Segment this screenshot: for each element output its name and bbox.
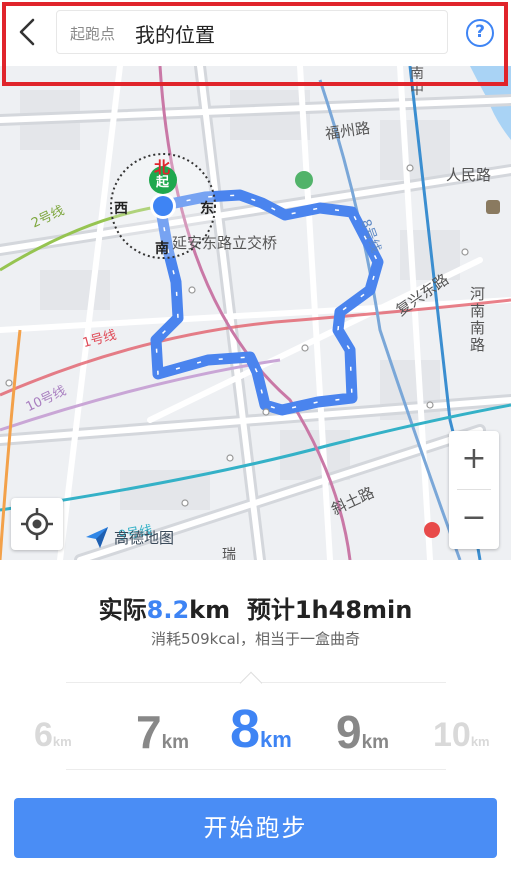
compass-east-label: 东 xyxy=(200,201,214,217)
zoom-control: + − xyxy=(449,431,499,549)
zoom-out-button[interactable]: − xyxy=(449,490,499,548)
estimate-time: 1h48min xyxy=(294,596,413,624)
compass-west-label: 西 xyxy=(114,201,128,217)
run-settings-panel: 实际8.2km 预计1h48min 消耗509kcal，相当于一盒曲奇 6km … xyxy=(0,560,511,890)
map-label-partial-bottom: 瑞 xyxy=(222,547,236,560)
top-bar: 起跑点 我的位置 ? xyxy=(0,0,511,66)
amap-logo-text: 高德地图 xyxy=(114,529,175,547)
map-canvas xyxy=(0,66,511,560)
map-label-henan-south-road: 河南南路 xyxy=(470,285,486,354)
actual-unit: km xyxy=(189,596,231,624)
distance-option-6[interactable]: 6km xyxy=(34,716,72,755)
amap-logo-icon xyxy=(86,527,108,548)
distance-option-number: 6 xyxy=(34,716,53,754)
map-label-nanzhong: 南中 xyxy=(410,66,424,98)
estimate-prefix: 预计 xyxy=(246,596,295,624)
distance-option-unit: km xyxy=(260,727,292,752)
picker-pointer xyxy=(239,671,263,695)
distance-option-unit: km xyxy=(161,732,190,753)
distance-option-10[interactable]: 10km xyxy=(433,716,490,755)
distance-option-7[interactable]: 7km xyxy=(136,705,189,759)
picker-bottom-divider xyxy=(66,769,446,770)
route-summary: 实际8.2km 预计1h48min xyxy=(0,590,511,625)
actual-prefix: 实际 xyxy=(98,596,147,624)
run-planner-screen: 起跑点 我的位置 ? 福州路 人民路 延安东路立交桥 复兴东路 河南南路 斜土路… xyxy=(0,0,511,890)
start-point-field[interactable]: 起跑点 我的位置 xyxy=(56,10,448,54)
distance-option-unit: km xyxy=(470,734,490,749)
map-label-peoples-road: 人民路 xyxy=(446,166,492,184)
actual-distance: 8.2 xyxy=(146,596,190,624)
calories-text: 消耗509kcal，相当于一盒曲奇 xyxy=(151,630,360,648)
compass-south-label: 南 xyxy=(155,241,169,257)
locate-button[interactable] xyxy=(11,498,63,550)
distance-option-8-selected[interactable]: 8km xyxy=(230,698,292,760)
distance-option-unit: km xyxy=(52,734,72,749)
chevron-left-icon xyxy=(19,18,35,46)
map-view[interactable]: 福州路 人民路 延安东路立交桥 复兴东路 河南南路 斜土路 南中 2号线 1号线… xyxy=(0,66,511,560)
start-point-value: 我的位置 xyxy=(135,23,215,47)
start-marker-label: 起 xyxy=(156,175,170,190)
start-point-label: 起跑点 xyxy=(70,25,116,43)
start-run-button[interactable]: 开始跑步 xyxy=(14,798,497,858)
distance-option-9[interactable]: 9km xyxy=(336,705,389,759)
zoom-in-button[interactable]: + xyxy=(449,431,499,489)
distance-option-number: 10 xyxy=(433,716,471,754)
distance-option-unit: km xyxy=(361,732,390,753)
distance-option-number: 9 xyxy=(336,706,362,758)
crosshair-icon xyxy=(21,508,53,540)
help-icon[interactable]: ? xyxy=(466,19,494,47)
distance-option-number: 7 xyxy=(136,706,162,758)
map-label-yanan-interchange: 延安东路立交桥 xyxy=(172,234,278,252)
back-button[interactable] xyxy=(14,16,42,48)
distance-option-number: 8 xyxy=(230,699,261,759)
